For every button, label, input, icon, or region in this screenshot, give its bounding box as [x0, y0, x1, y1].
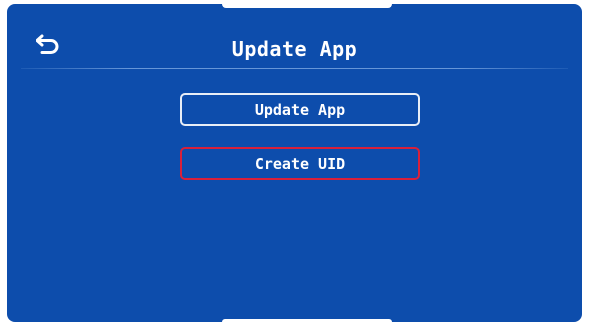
create-uid-label: Create UID — [254, 154, 346, 173]
create-uid-button[interactable]: Create UID — [180, 147, 420, 180]
bottom-notch — [222, 319, 392, 322]
page-title: Update App — [231, 37, 358, 61]
update-app-button[interactable]: Update App — [180, 93, 420, 126]
top-notch — [222, 4, 392, 8]
header-divider — [21, 68, 568, 69]
update-app-label: Update App — [254, 100, 346, 119]
device-screen: Update App Update App Create UID — [7, 4, 582, 322]
